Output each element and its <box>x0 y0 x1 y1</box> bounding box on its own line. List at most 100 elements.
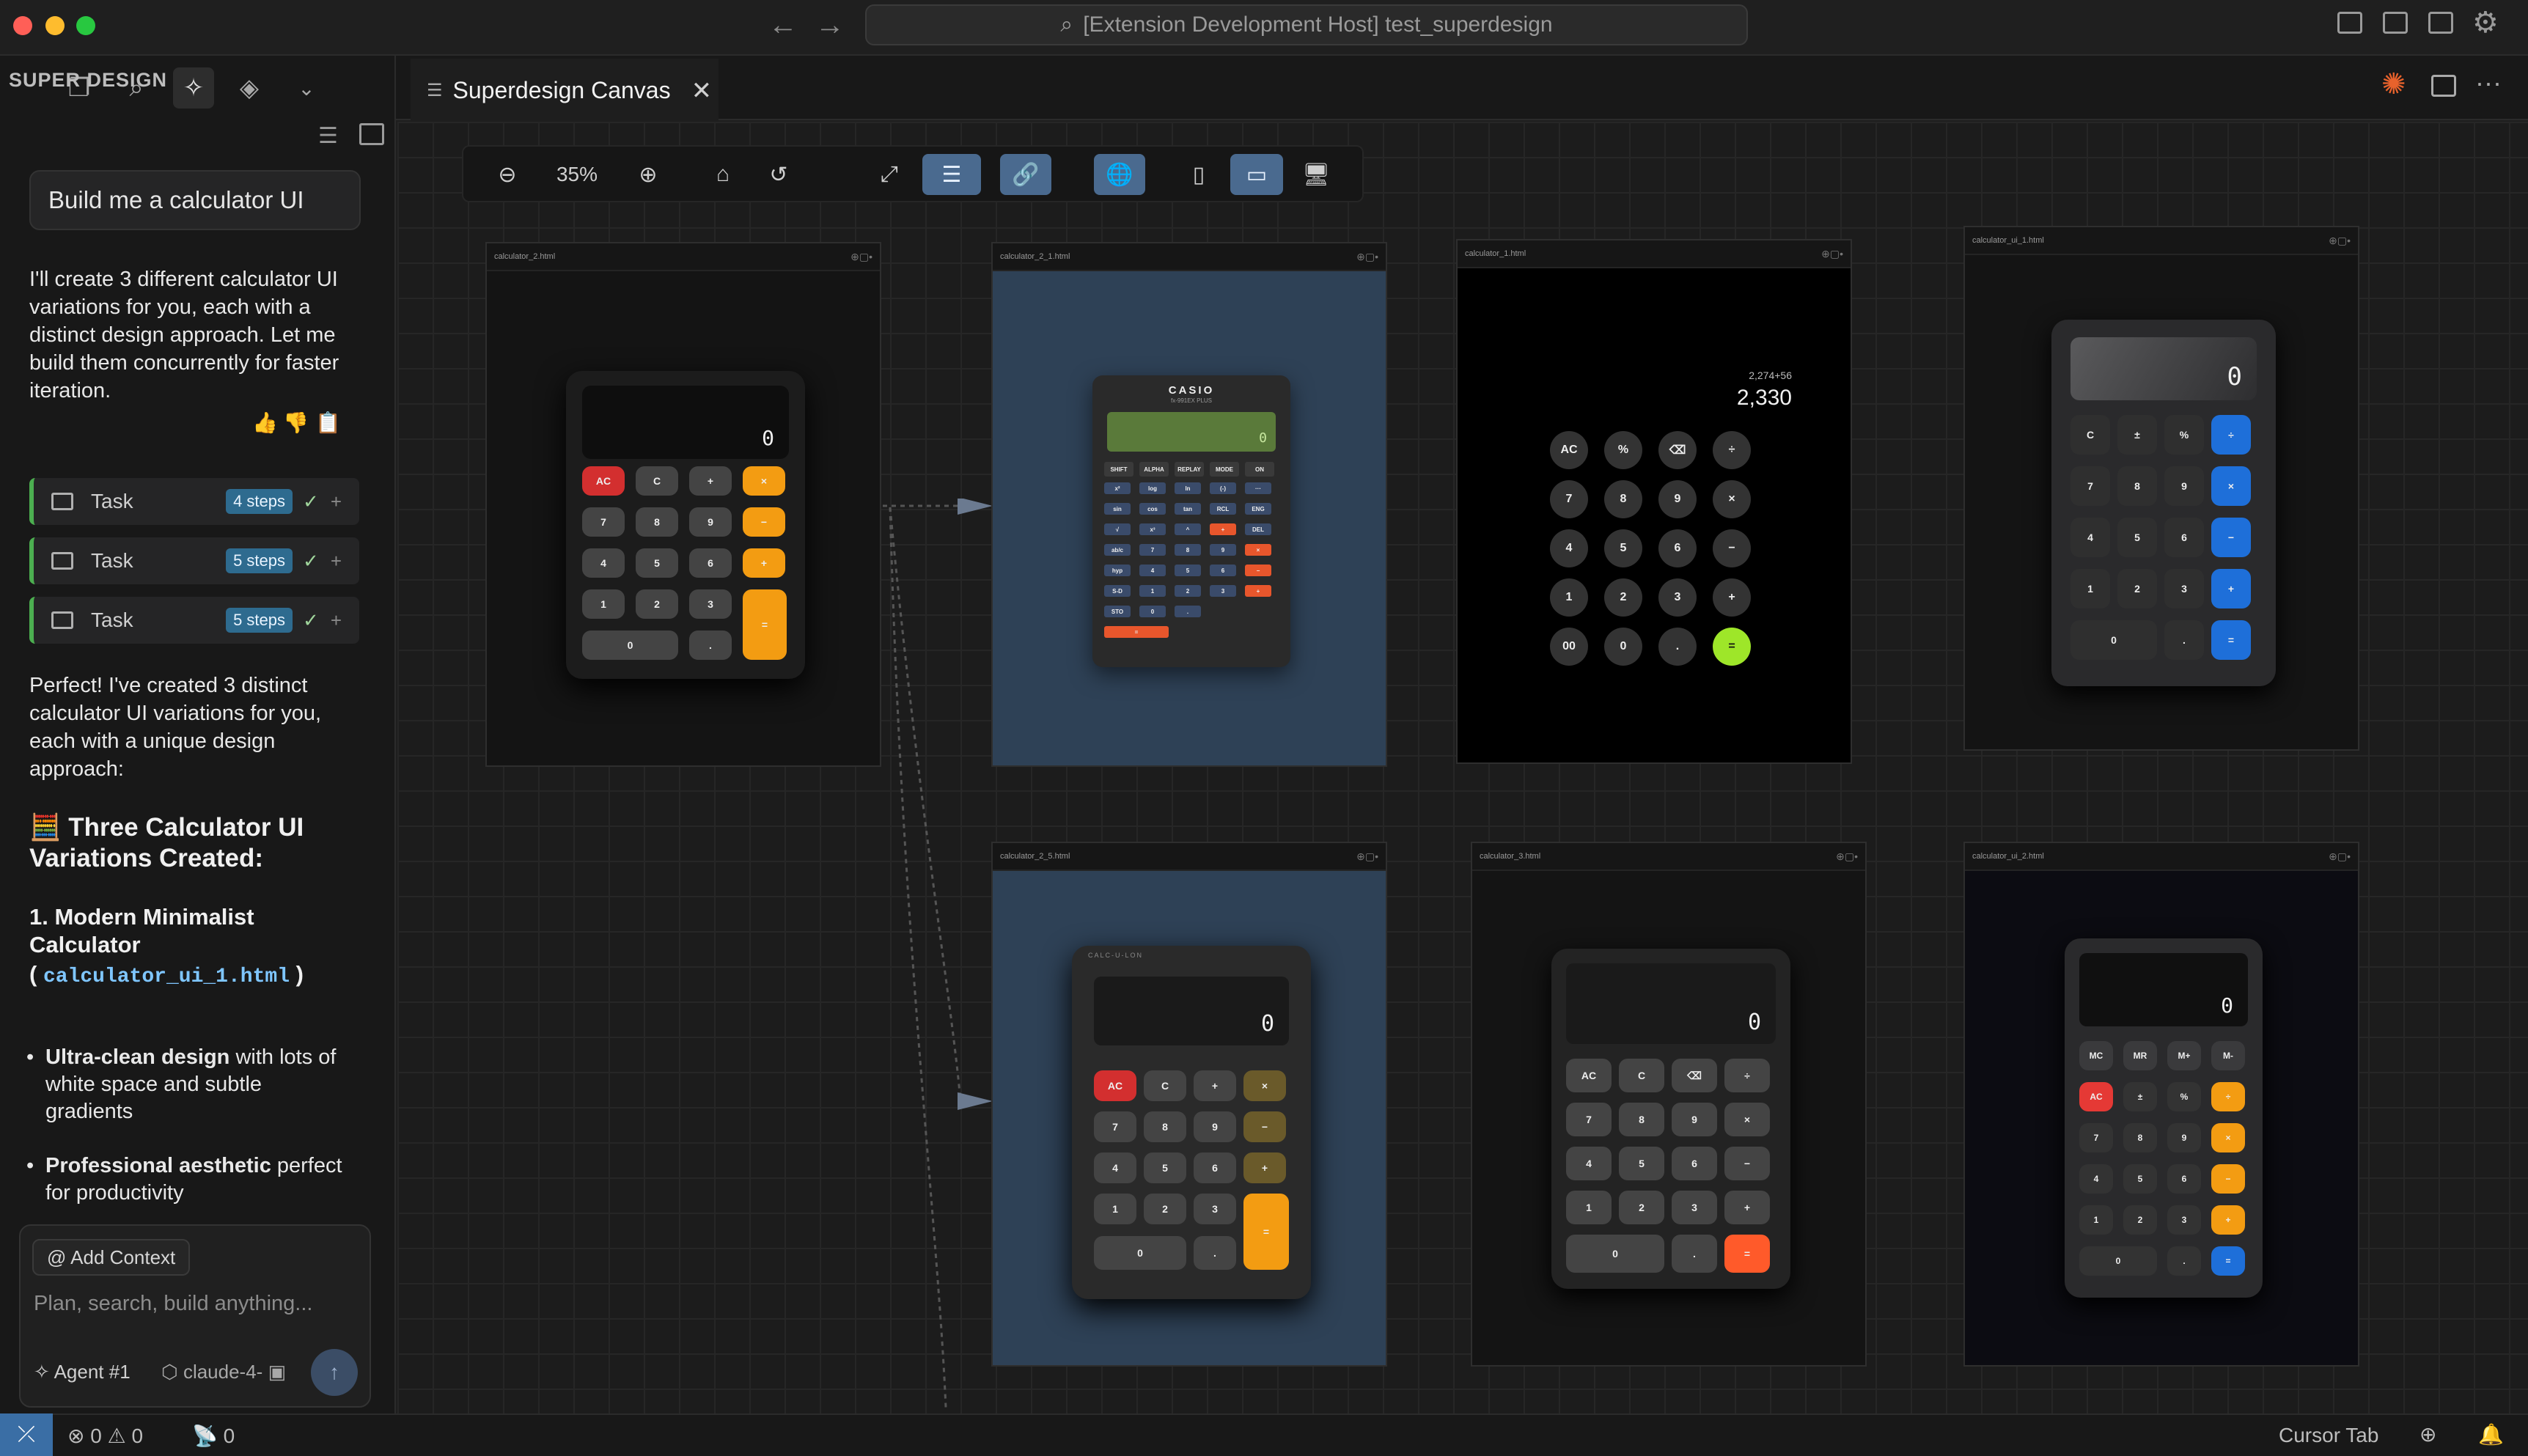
calculator-key[interactable]: 9 <box>1658 480 1697 518</box>
calculator-key[interactable]: × <box>743 466 785 496</box>
calculator-key[interactable]: 6 <box>689 548 732 578</box>
calculator-key[interactable]: × <box>1245 544 1271 556</box>
calculator-key[interactable]: 2 <box>1619 1191 1664 1224</box>
calculator-key[interactable]: 5 <box>1619 1147 1664 1180</box>
calculator-key[interactable]: 4 <box>582 548 625 578</box>
toggle-panel-icon[interactable] <box>2383 12 2408 34</box>
calculator-key[interactable]: 9 <box>689 507 732 537</box>
panel-layout-icon[interactable] <box>359 123 384 145</box>
calculator-key[interactable]: STO <box>1104 606 1131 617</box>
design-frame[interactable]: calculator_3.html ⊕▢• 0 AC C ⌫ ÷ 7 8 9 × 4 5 6− 1 2 3 +… <box>1471 842 1867 1367</box>
chevron-down-icon[interactable]: ⌄ <box>286 67 327 109</box>
calculator-key[interactable]: 0 <box>2079 1246 2157 1276</box>
send-button[interactable]: ↑ <box>311 1349 358 1396</box>
calculator-key[interactable]: MR <box>2123 1041 2157 1070</box>
calculator-key[interactable]: 8 <box>1619 1103 1664 1136</box>
calculator-key[interactable]: 3 <box>1210 585 1236 597</box>
calculator-key[interactable]: ⌫ <box>1672 1059 1717 1092</box>
settings-gear-icon[interactable]: ⚙ <box>2472 6 2499 40</box>
calculator-key[interactable]: − <box>2211 518 2251 557</box>
calculator-key[interactable]: RCL <box>1210 503 1236 515</box>
calculator-key[interactable]: 3 <box>2167 1205 2201 1235</box>
calculator-key[interactable]: 1 <box>2079 1205 2113 1235</box>
home-icon[interactable]: ⌂ <box>702 154 743 195</box>
claude-burst-icon[interactable]: ✺ <box>2381 67 2406 101</box>
calculator-key[interactable]: 9 <box>2167 1123 2201 1152</box>
calculator-key[interactable]: ± <box>2117 415 2157 455</box>
calculator-key[interactable]: × <box>1724 1103 1770 1136</box>
plus-icon[interactable]: + <box>331 550 342 573</box>
task-row[interactable]: Task 4 steps ✓ + <box>29 478 359 525</box>
calculator-key[interactable]: 8 <box>1144 1111 1186 1142</box>
calculator-key[interactable]: 4 <box>2070 518 2110 557</box>
remote-indicator-icon[interactable]: ⤫ <box>0 1413 53 1456</box>
design-frame[interactable]: calculator_ui_1.html ⊕▢• 0 C ±% ÷ 7 8 9 × 4 5 6− 1 2… <box>1963 226 2359 751</box>
calculator-key[interactable]: 0 <box>1139 606 1166 617</box>
calculator-key[interactable]: × <box>1713 480 1751 518</box>
calculator-key[interactable]: + <box>1245 585 1271 597</box>
calculator-key[interactable]: DEL <box>1245 523 1271 535</box>
calculator-key[interactable]: 8 <box>2123 1123 2157 1152</box>
calculator-key[interactable]: C <box>1619 1059 1664 1092</box>
calculator-key[interactable]: 0 <box>1604 628 1642 666</box>
calculator-key[interactable]: = <box>1724 1235 1770 1273</box>
calculator-key[interactable]: 2 <box>1144 1194 1186 1224</box>
calculator-key[interactable]: % <box>1604 431 1642 469</box>
calculator-key[interactable]: 7 <box>1094 1111 1136 1142</box>
calculator-key[interactable]: ÷ <box>1713 431 1751 469</box>
calculator-key[interactable]: 4 <box>1566 1147 1612 1180</box>
calculator-key[interactable]: cos <box>1139 503 1166 515</box>
calculator-key[interactable]: 7 <box>582 507 625 537</box>
calculator-key[interactable]: log <box>1139 482 1166 494</box>
calculator-key[interactable]: 7 <box>2070 466 2110 506</box>
calculator-key[interactable]: 4 <box>2079 1164 2113 1194</box>
calculator-key[interactable]: × <box>1243 1070 1286 1101</box>
calculator-key[interactable]: ⌫ <box>1658 431 1697 469</box>
back-arrow-icon[interactable]: ← <box>768 9 798 41</box>
calculator-key[interactable]: 0 <box>1094 1236 1186 1270</box>
calculator-key[interactable]: 8 <box>636 507 678 537</box>
agent-selector[interactable]: ✧ Agent #1 <box>34 1361 131 1383</box>
calculator-key[interactable]: ln <box>1175 482 1201 494</box>
forward-arrow-icon[interactable]: → <box>815 9 845 41</box>
calculator-key[interactable]: 8 <box>1175 544 1201 556</box>
more-actions-icon[interactable]: ··· <box>2475 67 2502 98</box>
calculator-key[interactable]: = <box>1243 1194 1289 1270</box>
calculator-key[interactable]: + <box>2211 569 2251 608</box>
calculator-key[interactable]: 3 <box>1672 1191 1717 1224</box>
calculator-key[interactable]: C <box>2070 415 2110 455</box>
calculator-key[interactable]: C <box>636 466 678 496</box>
calculator-key[interactable]: MC <box>2079 1041 2113 1070</box>
plus-icon[interactable]: + <box>331 490 342 513</box>
calculator-key[interactable]: ÷ <box>2211 1082 2245 1111</box>
link-icon[interactable]: 🔗 <box>1000 154 1051 195</box>
thumbs-down-icon[interactable]: 👎 <box>283 411 309 435</box>
calculator-key[interactable]: ± <box>2123 1082 2157 1111</box>
calculator-key[interactable]: REPLAY <box>1175 462 1204 477</box>
calculator-key[interactable]: ON <box>1245 462 1274 477</box>
close-window-button[interactable] <box>13 16 32 35</box>
toggle-secondary-sidebar-icon[interactable] <box>2428 12 2453 34</box>
bell-icon[interactable]: 🔔 <box>2478 1422 2504 1446</box>
calculator-key[interactable]: 8 <box>2117 466 2157 506</box>
calculator-key[interactable]: AC <box>582 466 625 496</box>
superdesign-sparkle-icon[interactable]: ✧ <box>173 67 214 109</box>
calculator-key[interactable]: 2 <box>1604 578 1642 617</box>
calculator-key[interactable]: × <box>2211 1123 2245 1152</box>
frame-actions-icon[interactable]: ⊕▢• <box>850 251 872 263</box>
calculator-key[interactable]: 6 <box>2164 518 2204 557</box>
calculator-key[interactable]: 0 <box>582 630 678 660</box>
zoom-in-icon[interactable]: ⊕ <box>628 154 669 195</box>
calculator-key[interactable]: 3 <box>689 589 732 619</box>
calculator-key[interactable]: 4 <box>1550 529 1588 567</box>
reset-icon[interactable]: ↺ <box>758 154 799 195</box>
calculator-key[interactable]: 1 <box>1094 1194 1136 1224</box>
calculator-key[interactable]: 6 <box>1210 565 1236 576</box>
desktop-view-icon[interactable]: 🖥 <box>1290 154 1342 195</box>
calculator-key[interactable]: . <box>1658 628 1697 666</box>
calculator-key[interactable]: 9 <box>1672 1103 1717 1136</box>
calculator-key[interactable]: 3 <box>1658 578 1697 617</box>
calculator-key[interactable]: + <box>1724 1191 1770 1224</box>
maximize-window-button[interactable] <box>76 16 95 35</box>
calculator-key[interactable]: 5 <box>1175 565 1201 576</box>
